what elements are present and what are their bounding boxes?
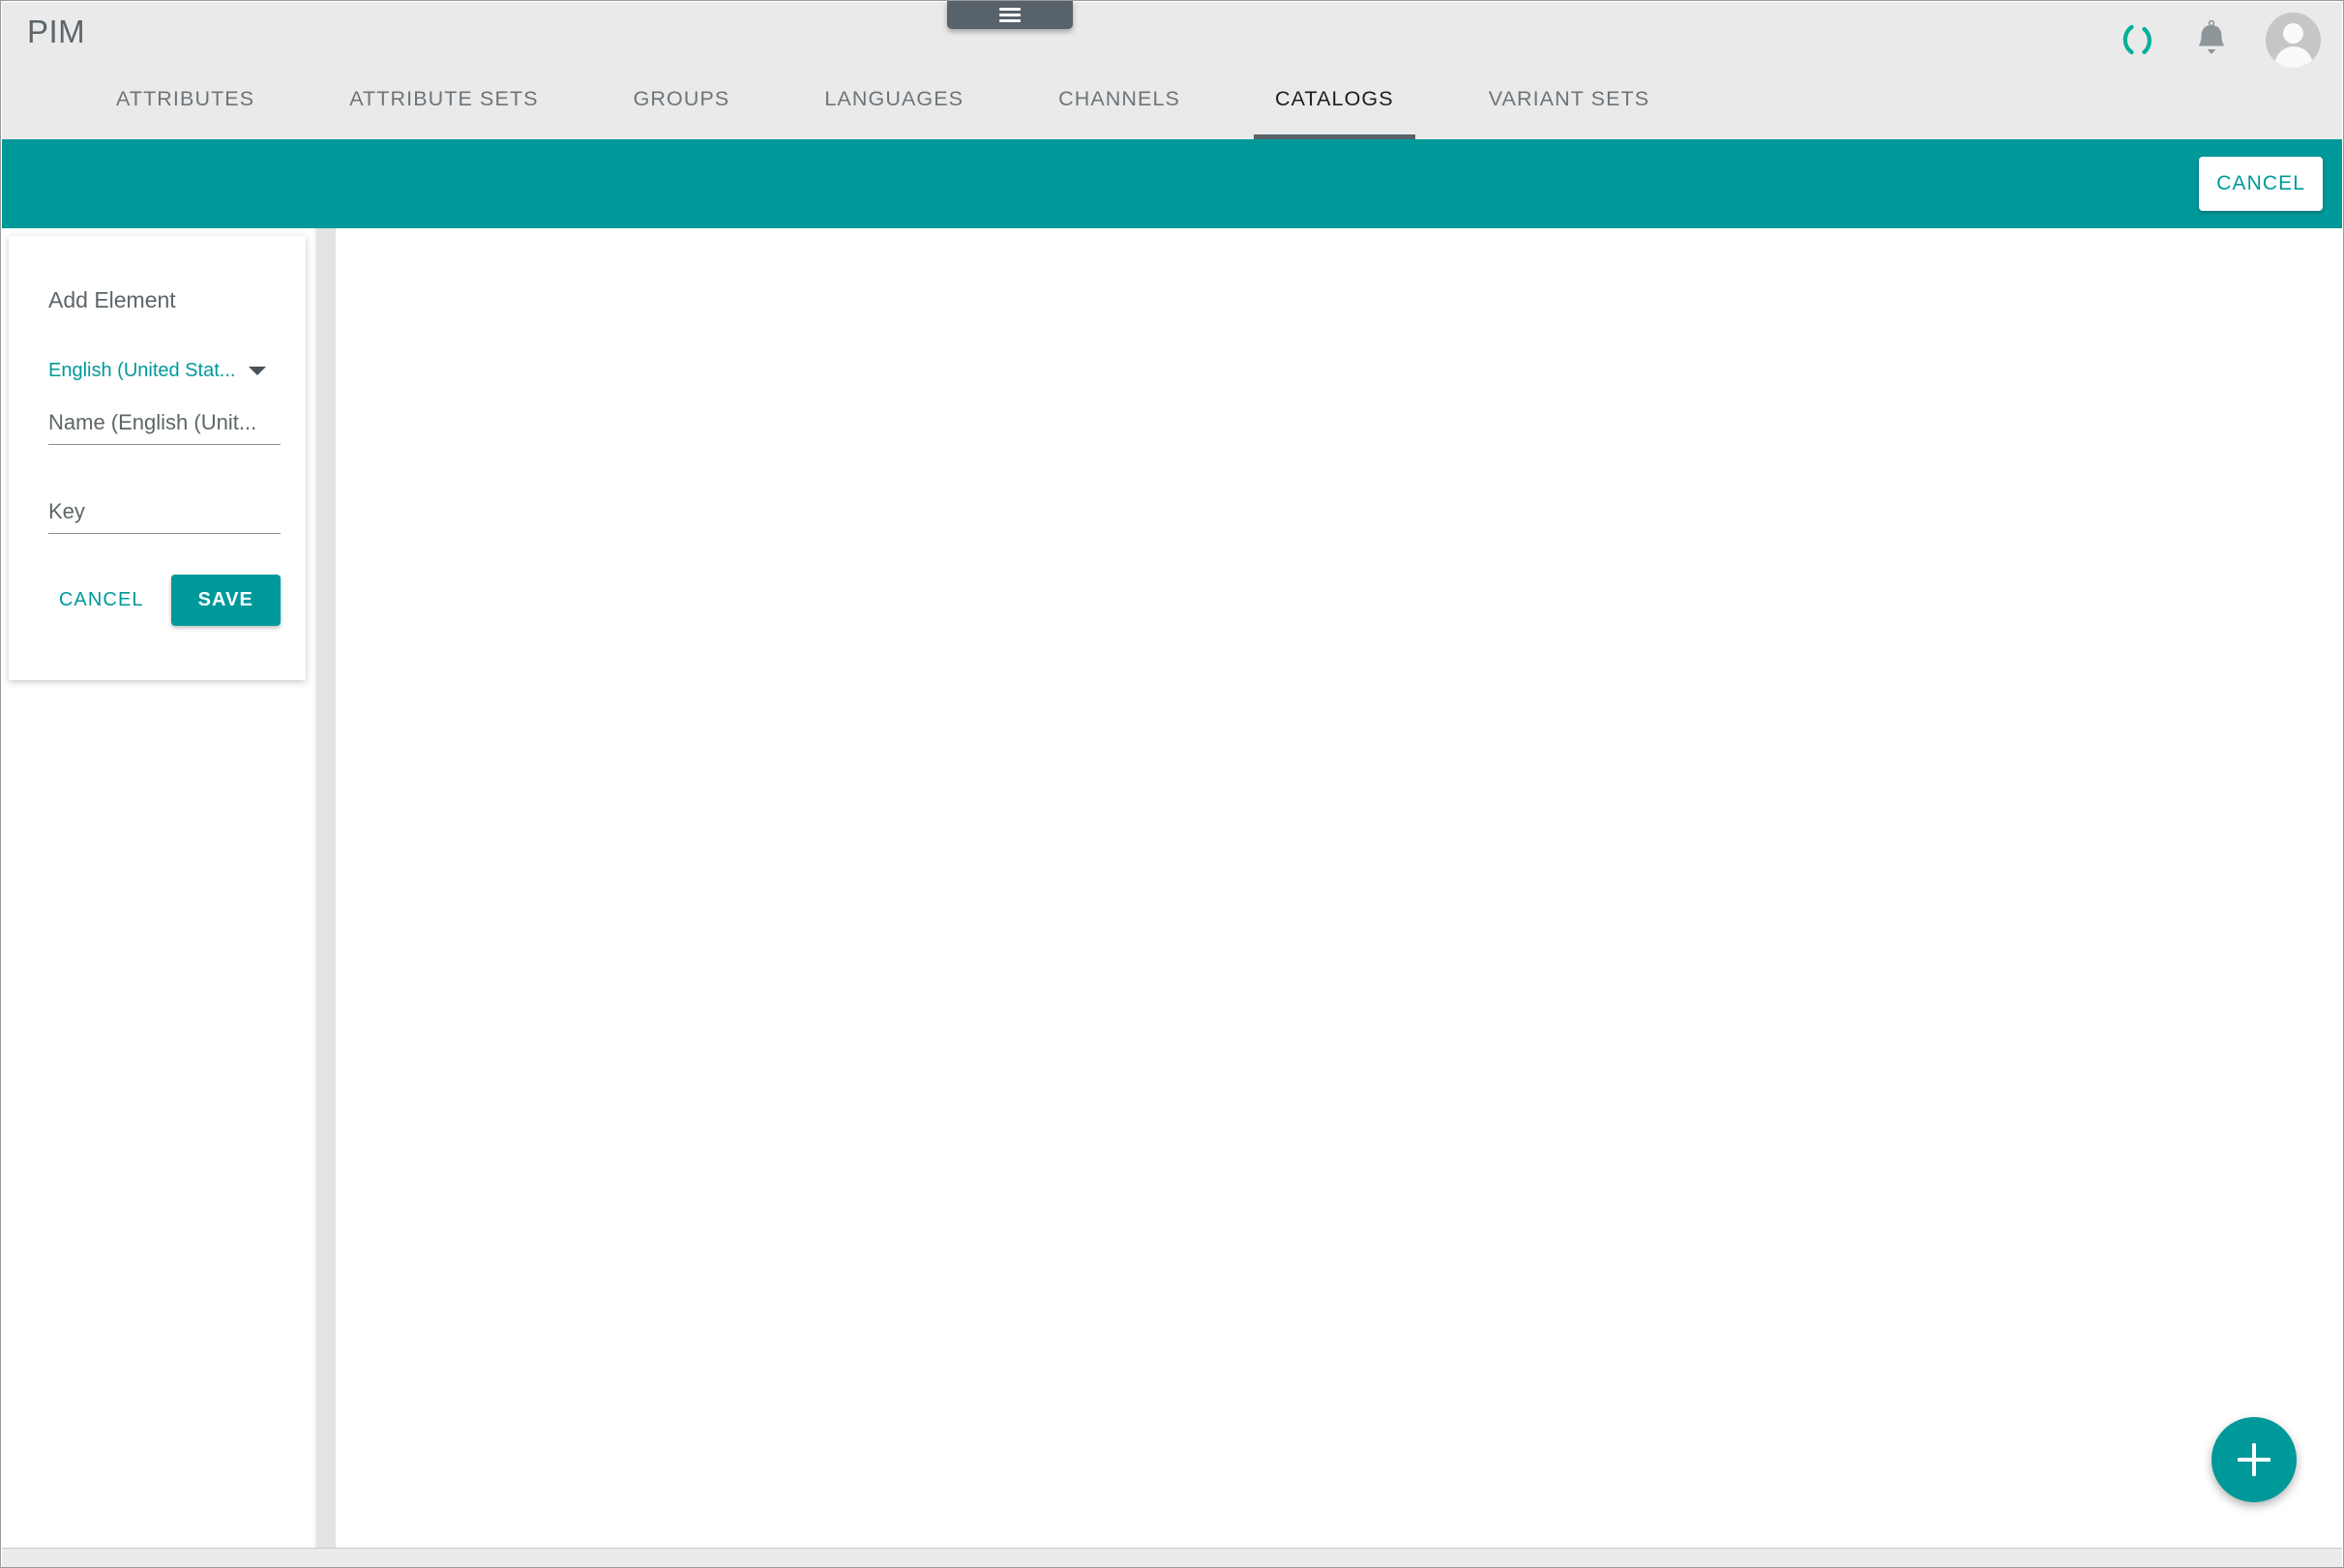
card-actions: CANCEL SAVE xyxy=(48,575,281,626)
notifications-bell-icon[interactable] xyxy=(2194,19,2229,60)
element-key-input[interactable] xyxy=(48,499,281,534)
app-header: PIM ATTRIBUTES ATTRIBUTE SETS GROUPS LAN… xyxy=(2,2,2342,139)
card-save-button[interactable]: SAVE xyxy=(170,575,281,626)
loading-spinner-icon[interactable] xyxy=(2119,20,2157,59)
tab-attributes[interactable]: ATTRIBUTES xyxy=(95,74,276,139)
element-name-field xyxy=(48,410,281,445)
tab-attribute-sets[interactable]: ATTRIBUTE SETS xyxy=(328,74,559,139)
action-bar: CANCEL xyxy=(2,139,2342,228)
language-select[interactable]: English (United Stat... xyxy=(48,360,267,382)
add-element-card: Add Element English (United Stat... CANC… xyxy=(9,236,306,680)
tab-variant-sets[interactable]: VARIANT SETS xyxy=(1468,74,1672,139)
app-title: PIM xyxy=(27,14,86,49)
avatar-head xyxy=(2283,22,2303,44)
tab-label: CHANNELS xyxy=(1058,87,1180,110)
element-name-input[interactable] xyxy=(48,410,281,445)
hamburger-icon xyxy=(999,8,1021,22)
main-nav: ATTRIBUTES ATTRIBUTE SETS GROUPS LANGUAG… xyxy=(2,74,2342,139)
tab-label: ATTRIBUTE SETS xyxy=(349,87,539,110)
user-avatar[interactable] xyxy=(2266,12,2321,68)
chevron-down-icon xyxy=(249,367,267,375)
tab-channels[interactable]: CHANNELS xyxy=(1037,74,1202,139)
tab-label: CATALOGS xyxy=(1274,87,1394,110)
tab-label: ATTRIBUTES xyxy=(116,87,255,110)
card-title: Add Element xyxy=(48,287,176,312)
tab-label: VARIANT SETS xyxy=(1488,87,1650,110)
plus-icon-vertical xyxy=(2252,1443,2256,1476)
tab-label: LANGUAGES xyxy=(824,87,964,110)
element-key-field xyxy=(48,499,281,534)
cancel-button[interactable]: CANCEL xyxy=(2199,157,2323,211)
application-window: PIM ATTRIBUTES ATTRIBUTE SETS GROUPS LAN… xyxy=(0,0,2344,1568)
header-actions xyxy=(2119,10,2321,70)
bottom-strip xyxy=(2,1548,2342,1567)
language-select-value: English (United Stat... xyxy=(48,360,236,381)
page-body: Add Element English (United Stat... CANC… xyxy=(2,228,2342,1548)
card-cancel-button[interactable]: CANCEL xyxy=(45,577,158,624)
tab-languages[interactable]: LANGUAGES xyxy=(803,74,985,139)
tab-label: GROUPS xyxy=(633,87,730,110)
panel-resize-handle[interactable] xyxy=(312,228,336,1548)
tab-catalogs[interactable]: CATALOGS xyxy=(1253,74,1415,139)
add-catalog-fab[interactable] xyxy=(2211,1417,2297,1502)
tab-groups[interactable]: GROUPS xyxy=(612,74,752,139)
left-panel: Add Element English (United Stat... CANC… xyxy=(2,228,312,1548)
avatar-body xyxy=(2273,45,2313,68)
catalog-tree-canvas xyxy=(336,228,2342,1548)
menu-toggle-tab[interactable] xyxy=(947,1,1073,29)
